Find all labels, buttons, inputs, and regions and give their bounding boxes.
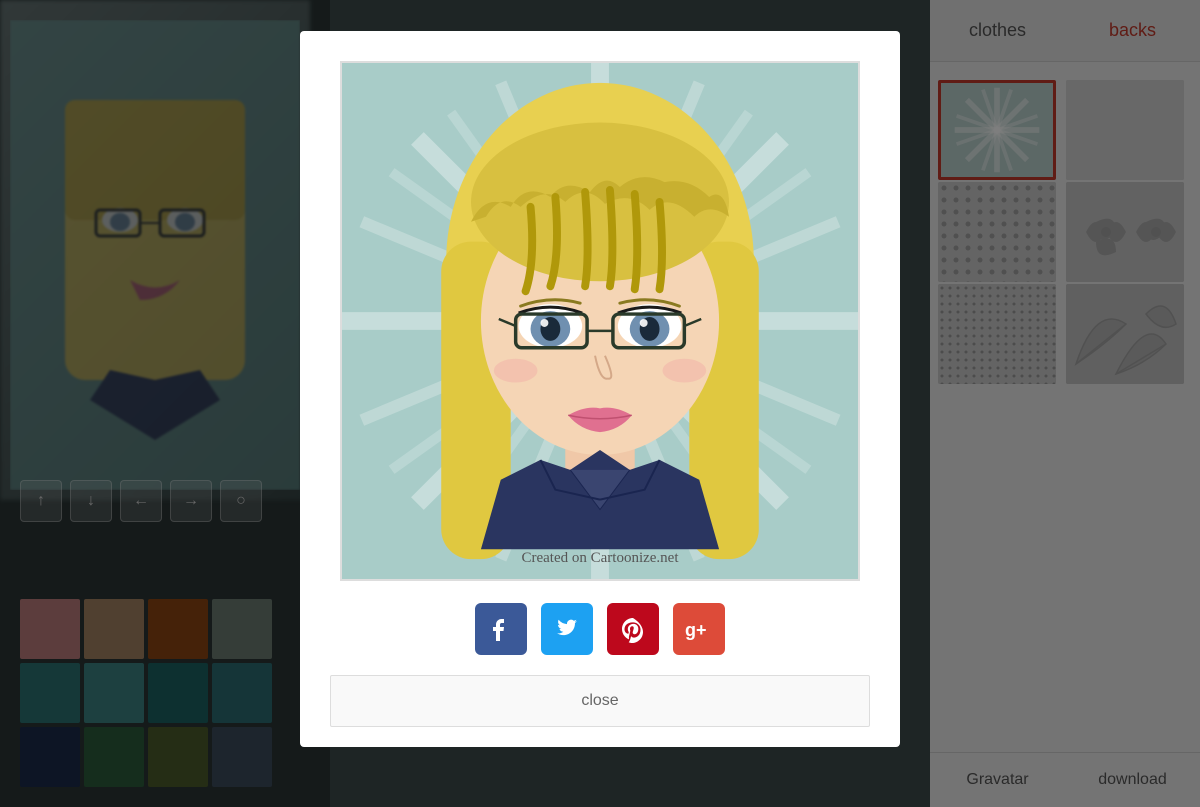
pinterest-share-button[interactable] (607, 603, 659, 655)
twitter-share-button[interactable] (541, 603, 593, 655)
facebook-share-button[interactable] (475, 603, 527, 655)
googleplus-share-button[interactable]: g+ (673, 603, 725, 655)
character-image: Created on Cartoonize.net (340, 61, 860, 581)
watermark: Created on Cartoonize.net (521, 550, 678, 567)
svg-text:g+: g+ (685, 620, 707, 640)
share-modal: Created on Cartoonize.net g+ (300, 31, 900, 747)
close-button[interactable]: close (330, 675, 870, 727)
social-row: g+ (475, 603, 725, 655)
modal-overlay: Created on Cartoonize.net g+ (0, 0, 1200, 807)
